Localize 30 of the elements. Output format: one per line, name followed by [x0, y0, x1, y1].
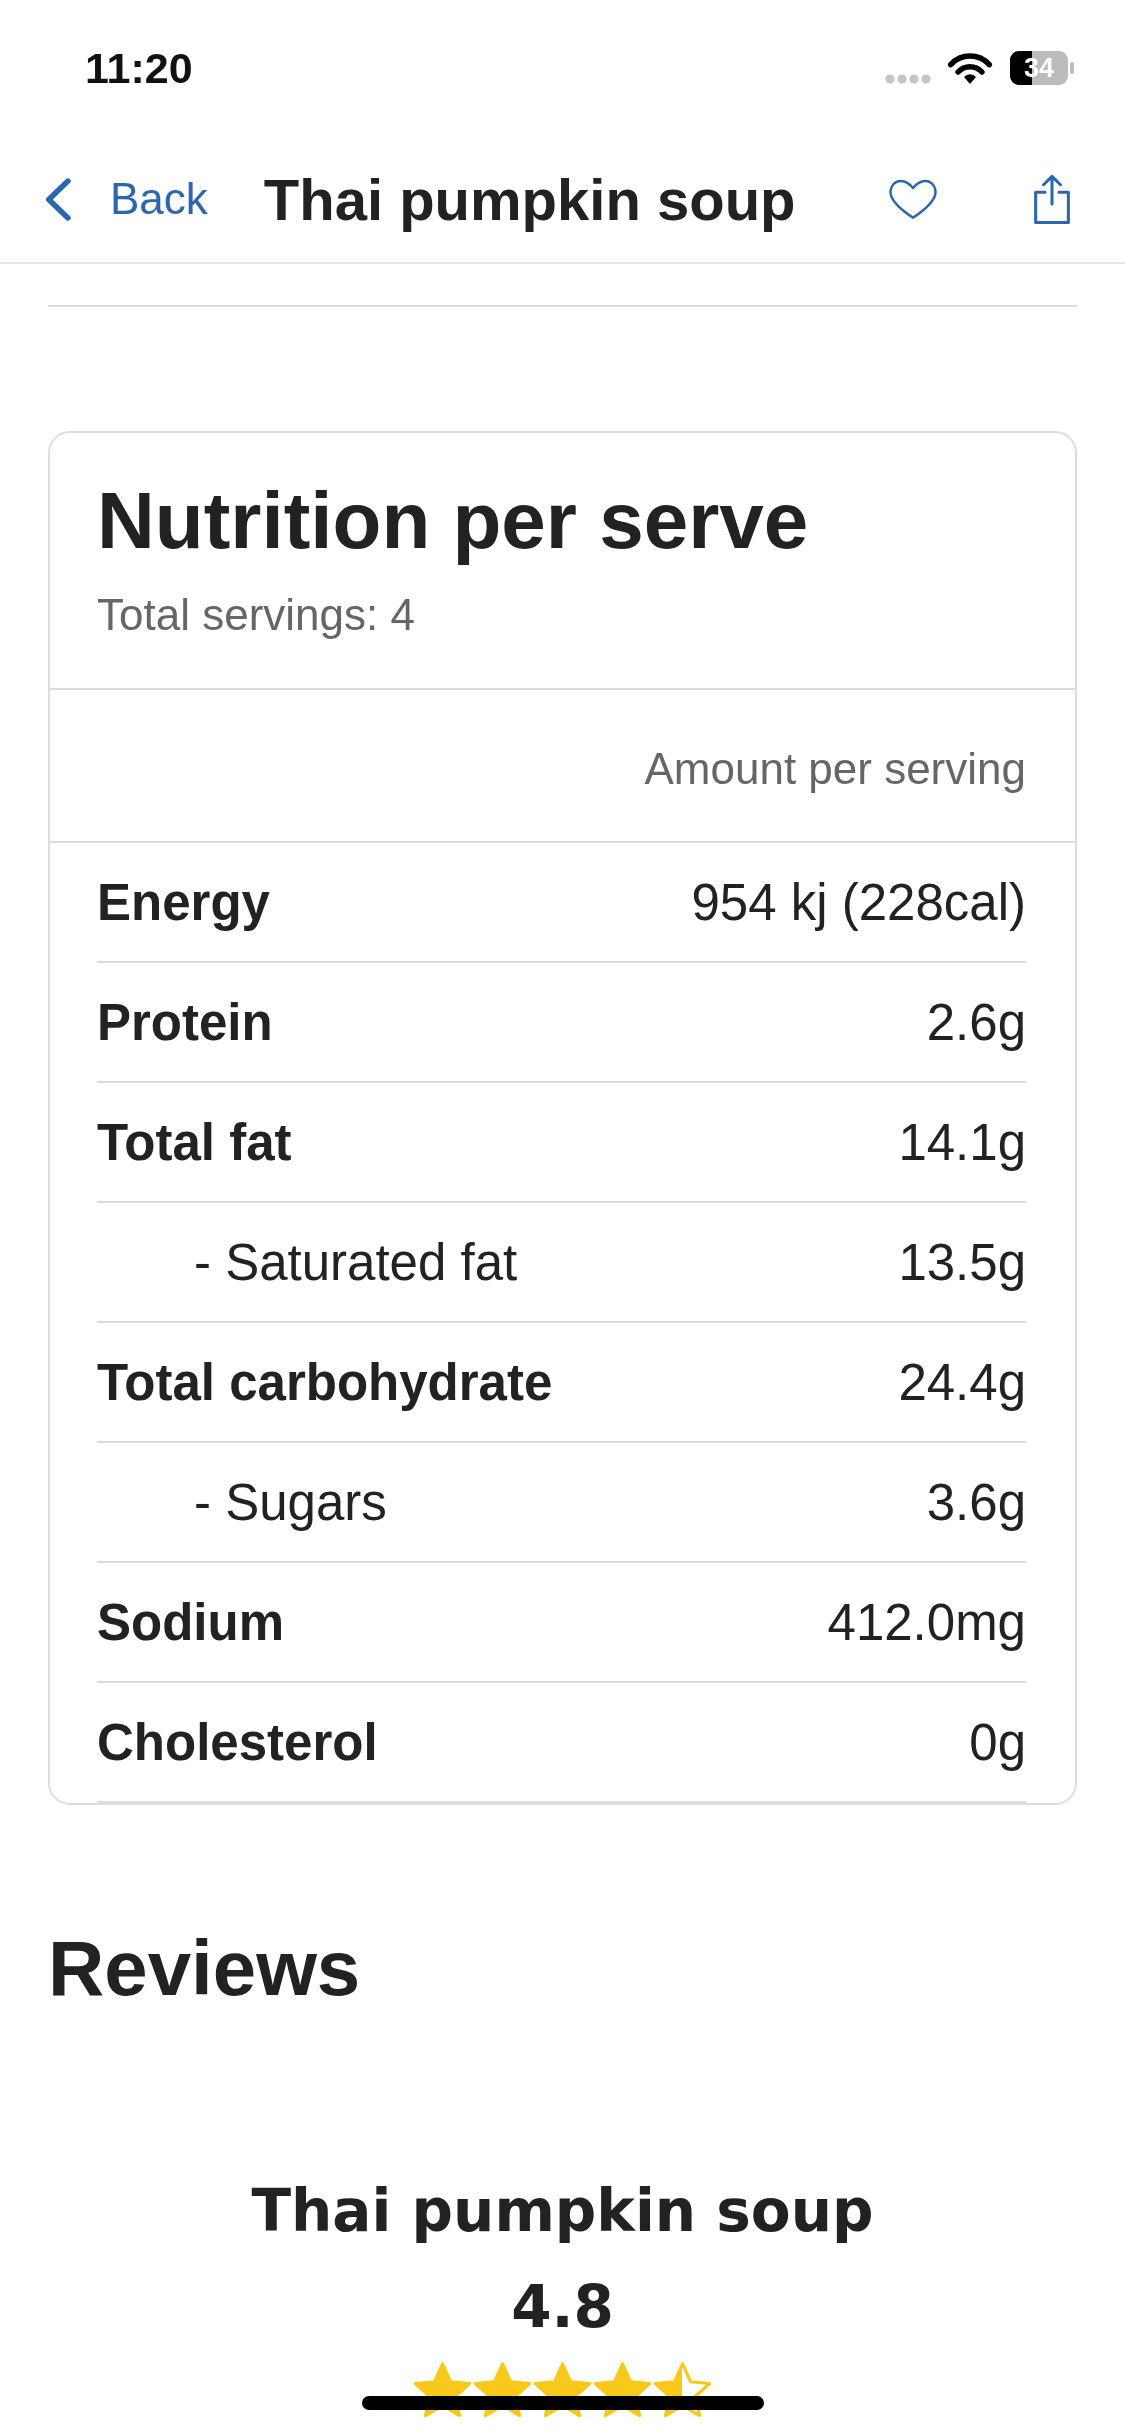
- section-title: Reviews: [48, 1923, 362, 2014]
- nutrient-label: Energy: [97, 872, 270, 932]
- servings-text: Total servings: 4: [97, 589, 416, 641]
- recipe-name: Thai pumpkin soup: [251, 2176, 874, 2246]
- status-time: 11:20: [85, 43, 193, 93]
- nutrient-label: - Sugars: [193, 1472, 387, 1532]
- chevron-left-icon: [44, 177, 72, 221]
- nutrient-value: 14.1g: [898, 1112, 1026, 1172]
- nutrient-value: 2.6g: [926, 992, 1026, 1052]
- page-title: Thai pumpkin soup: [263, 165, 796, 233]
- nutrient-value: 24.4g: [898, 1352, 1026, 1412]
- nutrient-label: Total carbohydrate: [97, 1352, 553, 1412]
- nutrient-label: - Saturated fat: [193, 1232, 518, 1292]
- nutrient-value: 954 kj (228cal): [691, 872, 1026, 932]
- rating-value: 4.8: [511, 2272, 614, 2342]
- signal-icon: [885, 74, 931, 84]
- nutrient-label: Total fat: [97, 1112, 292, 1172]
- heart-icon[interactable]: [889, 179, 937, 219]
- section-title: Nutrition per serve: [97, 475, 810, 567]
- column-header: Amount per serving: [644, 743, 1026, 795]
- nutrient-label: Sodium: [97, 1592, 284, 1652]
- nutrient-label: Protein: [97, 992, 273, 1052]
- share-icon[interactable]: [1033, 174, 1071, 224]
- nutrient-value: 412.0mg: [827, 1592, 1026, 1652]
- back-button[interactable]: Back: [44, 174, 208, 224]
- nutrient-label: Cholesterol: [97, 1712, 378, 1772]
- wifi-icon: [947, 51, 993, 85]
- nutrient-value: 13.5g: [898, 1232, 1026, 1292]
- nutrient-value: 0g: [969, 1712, 1026, 1772]
- nutrient-value: 3.6g: [926, 1472, 1026, 1532]
